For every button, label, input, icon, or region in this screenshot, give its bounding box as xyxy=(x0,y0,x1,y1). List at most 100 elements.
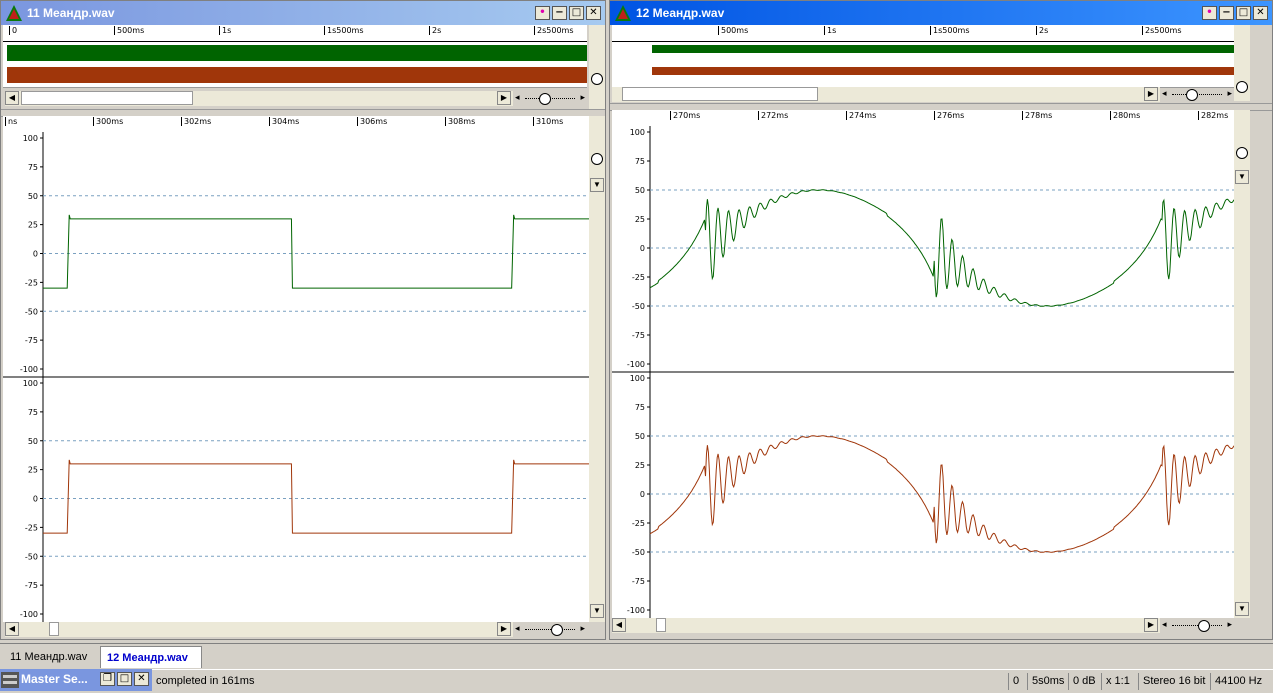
scroll-thumb[interactable] xyxy=(49,622,59,636)
scroll-right-icon[interactable]: ▶ xyxy=(1144,87,1158,101)
window-titlebar[interactable]: 12 Меандр.wav • − □ ✕ xyxy=(610,1,1272,25)
overview-volume-knob[interactable] xyxy=(1236,81,1248,93)
amplitude-tick-label: 50 xyxy=(28,437,38,446)
overview-horizontal-scrollbar[interactable]: ▶ xyxy=(612,87,1160,102)
maximize-icon[interactable]: □ xyxy=(117,672,132,686)
overview-panel[interactable]: 500ms 1s 1s500ms 2s 2s500ms xyxy=(612,25,1248,88)
waveform-view[interactable]: 100 75 50 25 0 -25 -50 -75 -100 100 75 50 25 0 -25 -50 -… xyxy=(612,126,1235,618)
pin-icon[interactable]: • xyxy=(1202,6,1217,20)
scroll-thumb[interactable] xyxy=(21,91,193,105)
amplitude-tick-label: -100 xyxy=(627,360,645,369)
detail-time-ruler: 270ms 272ms 274ms 276ms 278ms 280ms 282ms xyxy=(612,110,1234,127)
pin-icon[interactable]: • xyxy=(535,6,550,20)
amplitude-tick-label: -75 xyxy=(632,577,645,586)
overview-tick-label: 1s500ms xyxy=(324,26,364,35)
triangle-app-icon xyxy=(615,5,631,21)
channel-r-waveform xyxy=(649,435,1235,553)
master-section-window[interactable]: Master Se... ❐ □ ✕ xyxy=(0,669,152,691)
detail-zoom-slider[interactable]: ◂ ▸ xyxy=(1162,619,1232,633)
amplitude-tick-label: 100 xyxy=(23,379,38,388)
amplitude-tick-label: -75 xyxy=(632,331,645,340)
detail-tick-label: 276ms xyxy=(934,111,964,120)
scroll-right-icon[interactable]: ▶ xyxy=(1144,618,1158,632)
detail-tick-label: 308ms xyxy=(445,117,475,126)
minimize-icon[interactable]: − xyxy=(552,6,567,20)
scroll-thumb[interactable] xyxy=(656,618,666,632)
overview-volume-knob[interactable] xyxy=(591,73,603,85)
overview-vertical-scrollbar[interactable] xyxy=(1234,25,1250,101)
amplitude-tick-label: 0 xyxy=(640,490,645,499)
overview-right-channel xyxy=(7,67,587,83)
maximize-icon[interactable]: □ xyxy=(1236,6,1251,20)
amplitude-tick-label: 50 xyxy=(635,432,645,441)
overview-left-channel xyxy=(652,45,1248,53)
detail-tick-label: 304ms xyxy=(269,117,299,126)
scroll-thumb[interactable] xyxy=(622,87,818,101)
status-bar: completed in 161ms 0 5s0ms 0 dB x 1:1 St… xyxy=(0,669,1273,693)
detail-time-ruler: ns 300ms 302ms 304ms 306ms 308ms 310ms xyxy=(3,116,589,133)
overview-panel[interactable]: 0 500ms 1s 1s500ms 2s 2s500ms xyxy=(3,25,587,88)
amplitude-tick-label: 75 xyxy=(28,163,38,172)
overview-tick-label: 500ms xyxy=(718,26,748,35)
status-position: 0 xyxy=(1008,673,1027,690)
window-titlebar[interactable]: 11 Меандр.wav • − □ ✕ xyxy=(1,1,605,25)
tab-11-meandr[interactable]: 11 Меандр.wav xyxy=(4,646,98,668)
amplitude-tick-label: 0 xyxy=(33,495,38,504)
detail-tick-label: 300ms xyxy=(93,117,123,126)
scroll-right-icon[interactable]: ▶ xyxy=(497,91,511,105)
amplitude-tick-label: -50 xyxy=(25,307,38,316)
detail-horizontal-scrollbar[interactable]: ◀ ▶ xyxy=(5,622,513,637)
overview-tick-label: 2s500ms xyxy=(1142,26,1182,35)
amplitude-tick-label: 100 xyxy=(23,134,38,143)
scroll-bottom-icon[interactable]: ▼ xyxy=(1235,602,1249,616)
minimize-icon[interactable]: − xyxy=(1219,6,1234,20)
overview-tick-label: 1s xyxy=(824,26,836,35)
overview-zoom-slider[interactable]: ◂ ▸ xyxy=(515,92,585,106)
scroll-left-icon[interactable]: ◀ xyxy=(5,622,19,636)
scroll-down-icon[interactable]: ▼ xyxy=(590,178,604,192)
scroll-down-icon[interactable]: ▼ xyxy=(1235,170,1249,184)
master-app-icon xyxy=(1,672,19,688)
detail-volume-knob[interactable] xyxy=(591,153,603,165)
amplitude-tick-label: 25 xyxy=(635,215,645,224)
status-format: Stereo 16 bit xyxy=(1138,673,1210,690)
waveform-view[interactable]: 100 75 50 25 0 -25 -50 -75 -100 100 75 50 25 0 -25 -50 -… xyxy=(3,132,589,622)
scroll-right-icon[interactable]: ▶ xyxy=(497,622,511,636)
detail-tick-label: 270ms xyxy=(670,111,700,120)
close-icon[interactable]: ✕ xyxy=(134,672,149,686)
detail-tick-label: 274ms xyxy=(846,111,876,120)
overview-tick-label: 0 xyxy=(9,26,17,35)
overview-zoom-slider[interactable]: ◂ ▸ xyxy=(1162,88,1232,102)
wave-window-11[interactable]: 11 Меандр.wav • − □ ✕ 0 500ms 1s 1s500ms 2s 2… xyxy=(0,0,606,640)
overview-left-channel xyxy=(7,45,587,61)
wave-window-12[interactable]: 12 Меандр.wav • − □ ✕ 500ms 1s 1s500ms 2s 2s… xyxy=(609,0,1273,640)
scroll-left-icon[interactable]: ◀ xyxy=(612,618,626,632)
amplitude-tick-label: 100 xyxy=(630,128,645,137)
detail-volume-knob[interactable] xyxy=(1236,147,1248,159)
overview-tick-label: 500ms xyxy=(114,26,144,35)
close-icon[interactable]: ✕ xyxy=(1253,6,1268,20)
overview-vertical-scrollbar[interactable] xyxy=(589,25,605,109)
scroll-left-icon[interactable]: ◀ xyxy=(5,91,19,105)
overview-tick-label: 2s500ms xyxy=(534,26,574,35)
detail-vertical-scrollbar[interactable]: ▼ ▼ xyxy=(589,116,605,622)
document-tabs: 11 Меандр.wav 12 Меандр.wav xyxy=(0,643,1273,670)
detail-horizontal-scrollbar[interactable]: ◀ ▶ xyxy=(612,618,1160,633)
detail-zoom-slider[interactable]: ◂ ▸ xyxy=(515,623,585,637)
restore-icon[interactable]: ❐ xyxy=(100,672,115,686)
detail-vertical-scrollbar[interactable]: ▼ ▼ xyxy=(1234,110,1250,618)
maximize-icon[interactable]: □ xyxy=(569,6,584,20)
window-title: 12 Меандр.wav xyxy=(636,6,725,20)
scroll-bottom-icon[interactable]: ▼ xyxy=(590,604,604,618)
detail-tick-label: ns xyxy=(5,117,17,126)
detail-tick-label: 310ms xyxy=(533,117,563,126)
overview-right-channel xyxy=(652,67,1248,75)
amplitude-tick-label: 100 xyxy=(630,374,645,383)
tab-12-meandr[interactable]: 12 Меандр.wav xyxy=(100,646,202,668)
detail-tick-label: 302ms xyxy=(181,117,211,126)
channel-l-waveform xyxy=(649,189,1235,307)
overview-horizontal-scrollbar[interactable]: ◀ ▶ xyxy=(5,91,513,106)
status-length: 5s0ms xyxy=(1027,673,1068,690)
amplitude-tick-label: -25 xyxy=(632,519,645,528)
close-icon[interactable]: ✕ xyxy=(586,6,601,20)
